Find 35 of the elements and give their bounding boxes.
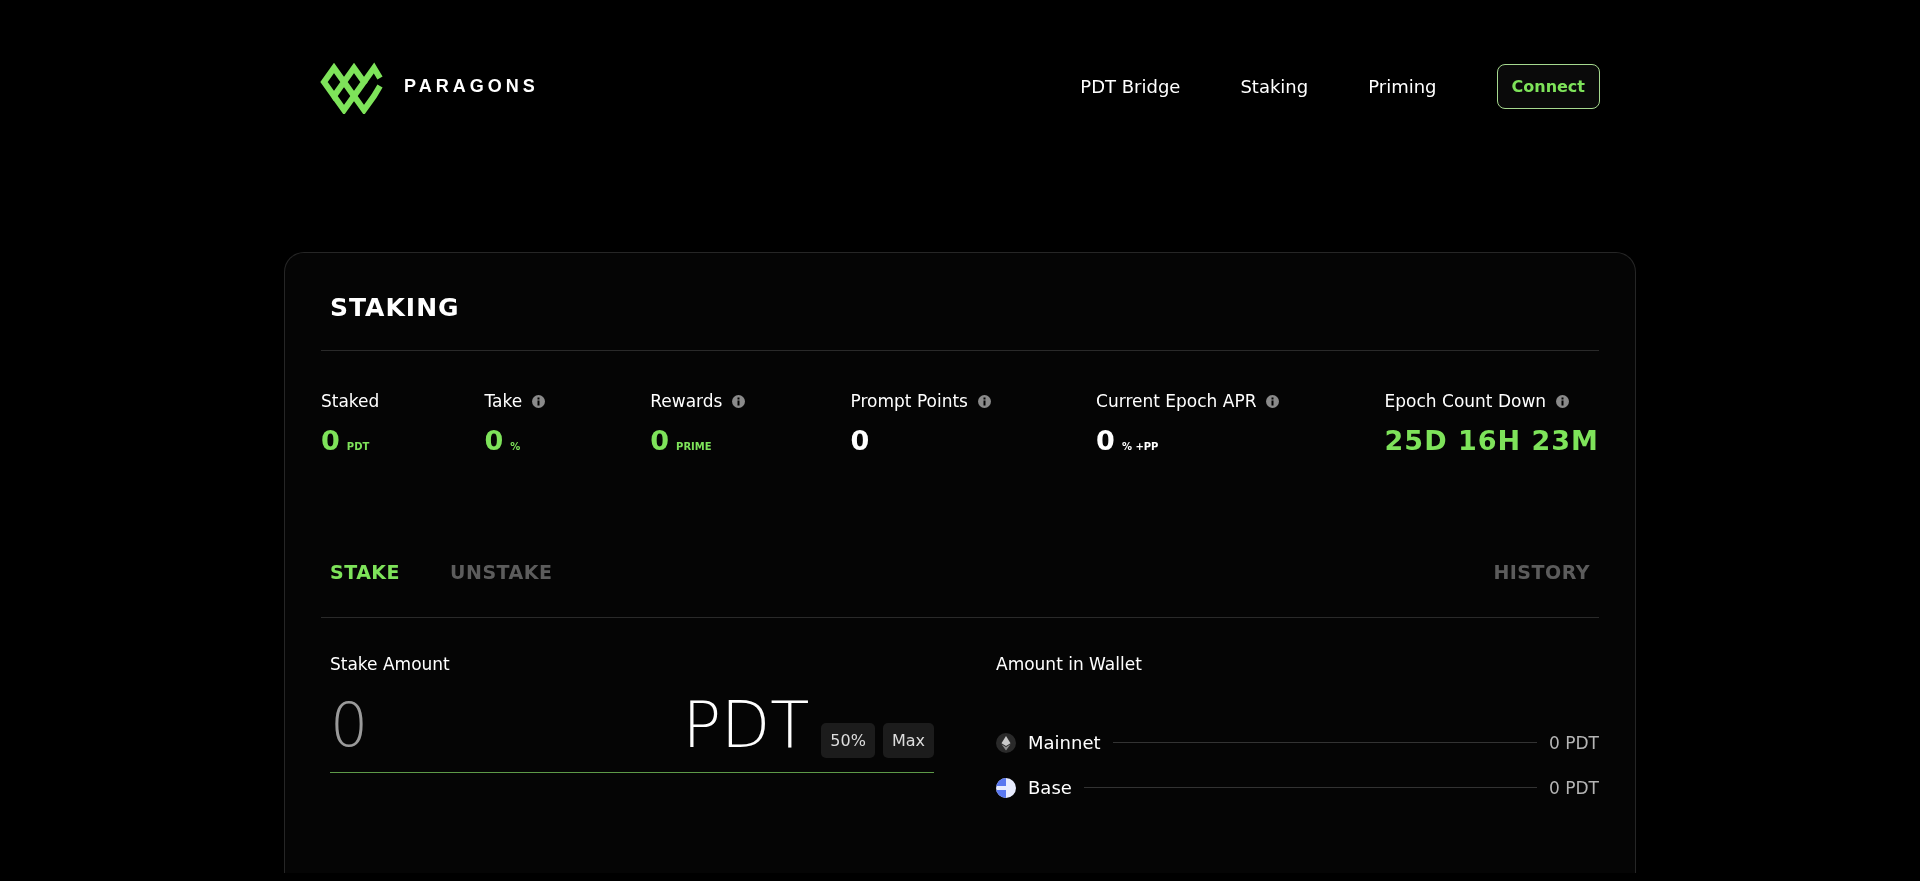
tab[interactable]: STAKE [330, 561, 401, 583]
stat-value: 0 [484, 425, 505, 456]
stat-label: Take [484, 391, 523, 411]
stat-label: Prompt Points [850, 391, 968, 411]
field-label: Stake Amount [330, 654, 451, 674]
stat-label: Current Epoch APR [1096, 391, 1257, 411]
nav-link[interactable]: Staking [1240, 75, 1309, 97]
stat-unit: % [510, 441, 521, 452]
stat-unit: PRIME [676, 441, 712, 452]
amount-unit: PDT [682, 688, 810, 762]
connect-button[interactable]: Connect [1496, 63, 1600, 109]
stat-value: 25D 16H 23M [1384, 425, 1599, 456]
stat-label: Rewards [650, 391, 723, 411]
amount-button[interactable]: Max [882, 723, 934, 758]
stat-value: 0 [1096, 425, 1116, 456]
nav-link[interactable]: Priming [1368, 75, 1437, 97]
brand-name: PARAGONS [404, 75, 539, 97]
network-name: Mainnet [1028, 732, 1101, 753]
card-title: STAKING [329, 293, 461, 324]
ethereum-icon [996, 732, 1016, 753]
stat-value: 0 [321, 425, 341, 456]
stat-value: 0 [850, 425, 871, 456]
wallet-label: Amount in Wallet [996, 654, 1143, 674]
amount-button[interactable]: 50% [821, 723, 875, 758]
stat-label: Epoch Count Down [1384, 391, 1547, 411]
amount-field[interactable]: 0 [330, 690, 675, 760]
stat-value: 0 [650, 425, 671, 456]
nav-link[interactable]: PDT Bridge [1080, 75, 1181, 97]
network-amount: 0 PDT [1549, 777, 1599, 798]
network-icon [996, 777, 1016, 798]
stat-unit: PDT [346, 441, 370, 452]
network-amount: 0 PDT [1549, 732, 1599, 753]
network-name: Base [1028, 777, 1072, 798]
stat-unit: % +PP [1121, 441, 1159, 452]
stat-label: Staked [321, 391, 380, 411]
